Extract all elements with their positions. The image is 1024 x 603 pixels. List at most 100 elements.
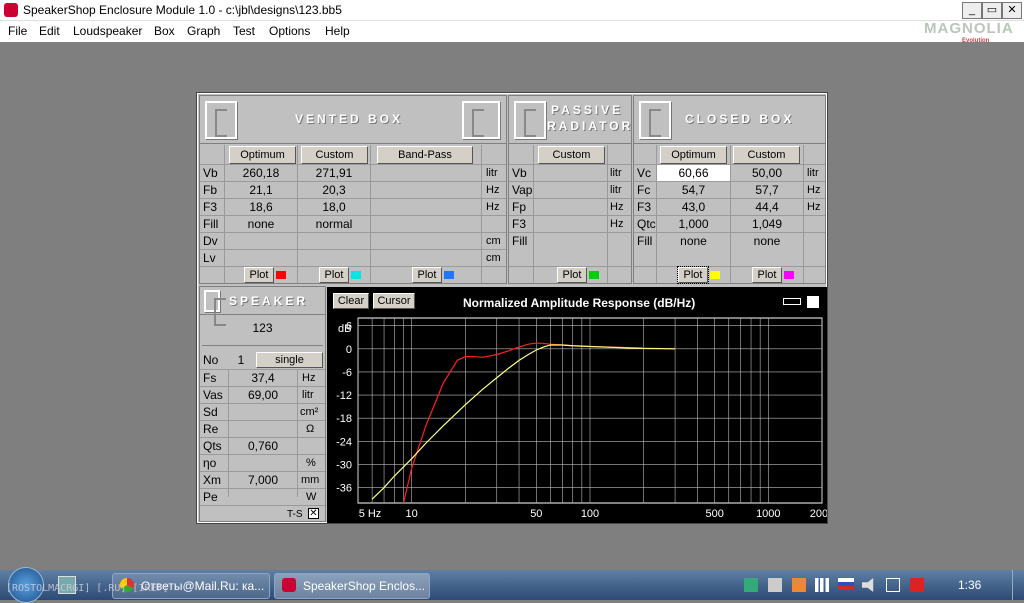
- closed-custom-button[interactable]: Custom: [733, 146, 800, 164]
- vb-custom-value[interactable]: 271,91: [298, 165, 370, 182]
- speaker-header: SPEAKER: [200, 287, 325, 326]
- speaker-icon: [204, 290, 226, 326]
- qtc-label: Qtc: [637, 217, 656, 231]
- y-tick-label: -18: [336, 413, 352, 425]
- fb-optimum-value[interactable]: 21,1: [225, 182, 297, 199]
- pr-vap-label: Vap: [512, 183, 533, 197]
- x-tick-label: 1000: [756, 508, 780, 520]
- volume-icon[interactable]: [862, 578, 874, 592]
- vc-optimum-value[interactable]: 60,66: [657, 165, 730, 182]
- y-tick-label: 0: [346, 344, 352, 356]
- x-tick-label: 2000: [810, 508, 827, 520]
- cb-f3-optimum-value[interactable]: 43,0: [657, 199, 730, 216]
- tray-alert-icon[interactable]: [910, 578, 924, 592]
- fb-label: Fb: [203, 183, 218, 197]
- cb-fill-optimum-value[interactable]: none: [657, 233, 730, 250]
- menu-test[interactable]: Test: [233, 24, 255, 38]
- show-desktop-button[interactable]: [1012, 570, 1024, 600]
- qtc-custom-value[interactable]: 1,049: [731, 216, 803, 233]
- y-tick-label: -36: [336, 483, 352, 495]
- vented-header: VENTED BOX: [200, 96, 506, 144]
- close-button[interactable]: ✕: [1002, 2, 1022, 19]
- taskbar-speakershop-task[interactable]: SpeakerShop Enclos...: [274, 573, 430, 599]
- ts-checkbox[interactable]: ✕: [308, 508, 319, 519]
- vb-unit: litr: [486, 167, 498, 179]
- vas-label: Vas: [203, 388, 223, 402]
- amplitude-chart: 6 0 -6 -12 -18 -24 -30 -36 5 Hz 10 50 100 500 1000 200…: [336, 317, 827, 520]
- port-icon: [462, 101, 500, 139]
- lv-label: Lv: [203, 251, 216, 265]
- speaker-enclosure-icon: [205, 101, 237, 139]
- xm-value[interactable]: 7,000: [229, 472, 297, 489]
- pr-vb-unit: litr: [610, 167, 622, 179]
- speaker-title: SPEAKER: [229, 294, 309, 308]
- vc-custom-value[interactable]: 50,00: [731, 165, 803, 182]
- tray-clipboard-icon[interactable]: [886, 578, 900, 592]
- closed-custom-plot-button[interactable]: Plot: [752, 267, 782, 283]
- vented-custom-plot-button[interactable]: Plot: [319, 267, 349, 283]
- vented-optimum-button[interactable]: Optimum: [229, 146, 296, 164]
- closed-header: CLOSED BOX: [634, 96, 825, 144]
- bandpass-plot-button[interactable]: Plot: [412, 267, 442, 283]
- x-tick-label: 100: [581, 508, 599, 520]
- speaker-number[interactable]: 1: [230, 352, 252, 369]
- x-tick-label: 10: [406, 508, 418, 520]
- signal-icon[interactable]: [815, 578, 829, 592]
- vented-optimum-plot-button[interactable]: Plot: [244, 267, 274, 283]
- fill-optimum-value[interactable]: none: [225, 216, 297, 233]
- fc-label: Fc: [637, 183, 651, 197]
- vc-label: Vc: [637, 166, 652, 180]
- menu-graph[interactable]: Graph: [187, 24, 220, 38]
- fc-custom-value[interactable]: 57,7: [731, 182, 803, 199]
- passive-custom-button[interactable]: Custom: [538, 146, 605, 164]
- fill-custom-value[interactable]: normal: [298, 216, 370, 233]
- sd-unit: cm²: [300, 406, 319, 418]
- x-tick-label: 50: [530, 508, 542, 520]
- single-mode-button[interactable]: single: [256, 352, 323, 368]
- bandpass-button[interactable]: Band-Pass: [377, 146, 473, 164]
- vc-unit: litr: [807, 167, 819, 179]
- tray-network-icon[interactable]: [744, 578, 758, 592]
- passive-plot-button[interactable]: Plot: [557, 267, 587, 283]
- closed-optimum-plot-button[interactable]: Plot: [677, 266, 709, 284]
- f3-custom-value[interactable]: 18,0: [298, 199, 370, 216]
- speaker-name[interactable]: 123: [202, 316, 323, 346]
- closed-optimum-button[interactable]: Optimum: [660, 146, 727, 164]
- qts-value[interactable]: 0,760: [229, 438, 297, 455]
- title-bar: SpeakerShop Enclosure Module 1.0 - c:\jb…: [0, 0, 1024, 21]
- vb-optimum-value[interactable]: 260,18: [225, 165, 297, 182]
- overlay-text: [ROSTOLMACRGI] [.RU] [IREF]: [6, 583, 169, 594]
- menu-box[interactable]: Box: [154, 24, 175, 38]
- dv-unit: cm: [486, 235, 501, 247]
- pr-fp-unit: Hz: [610, 201, 624, 213]
- vented-custom-button[interactable]: Custom: [301, 146, 368, 164]
- passive-radiator-section: PASSIVE RADIATOR Custom Vb litr Vap litr…: [508, 95, 632, 284]
- menu-loudspeaker[interactable]: Loudspeaker: [73, 24, 142, 38]
- clock[interactable]: 1:36: [958, 578, 981, 592]
- fs-unit: Hz: [302, 372, 316, 384]
- y-tick-label: -12: [336, 390, 352, 402]
- qtc-optimum-value[interactable]: 1,000: [657, 216, 730, 233]
- fb-custom-value[interactable]: 20,3: [298, 182, 370, 199]
- language-flag-icon[interactable]: [838, 578, 854, 590]
- fs-value[interactable]: 37,4: [229, 370, 297, 387]
- ts-label: T-S: [287, 509, 303, 520]
- fc-optimum-value[interactable]: 54,7: [657, 182, 730, 199]
- f3-optimum-value[interactable]: 18,6: [225, 199, 297, 216]
- y-tick-label: 6: [346, 321, 352, 333]
- tray-app-icon[interactable]: [792, 578, 806, 592]
- menu-help[interactable]: Help: [325, 24, 350, 38]
- vas-value[interactable]: 69,00: [229, 387, 297, 404]
- sd-label: Sd: [203, 405, 218, 419]
- menu-edit[interactable]: Edit: [39, 24, 60, 38]
- minimize-button[interactable]: _: [962, 2, 982, 19]
- cb-fill-custom-value[interactable]: none: [731, 233, 803, 250]
- menu-options[interactable]: Options: [269, 24, 310, 38]
- magenta-swatch: [784, 271, 794, 279]
- maximize-button[interactable]: ▭: [982, 2, 1002, 19]
- tray-device-icon[interactable]: [768, 578, 782, 592]
- fill-label: Fill: [203, 217, 219, 231]
- menu-file[interactable]: File: [8, 24, 27, 38]
- cb-f3-custom-value[interactable]: 44,4: [731, 199, 803, 216]
- cb-f3-unit: Hz: [807, 201, 821, 213]
